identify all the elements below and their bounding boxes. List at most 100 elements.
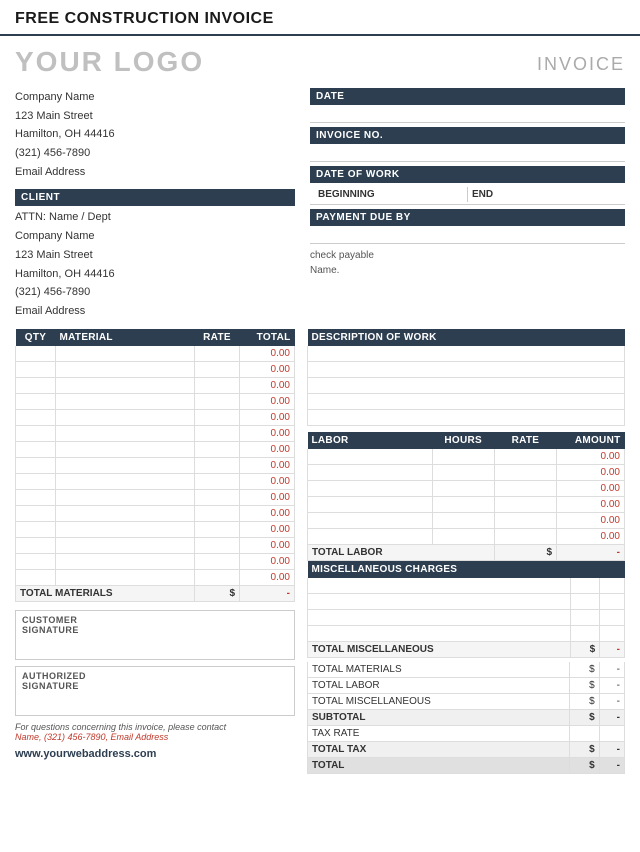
table-row: [308, 393, 625, 409]
payment-due-value: [310, 228, 625, 244]
table-row: 0.00: [16, 505, 295, 521]
labor-col-labor: LABOR: [308, 432, 433, 449]
misc-total-value: -: [600, 641, 625, 657]
mat-col-material: MATERIAL: [56, 329, 195, 346]
date-of-work-block: DATE OF WORK BEGINNING END: [310, 166, 625, 205]
invoice-no-value: [310, 146, 625, 162]
authorized-label: AUTHORIZED: [22, 671, 288, 681]
sender-email: Email Address: [15, 163, 295, 182]
table-row: [308, 346, 625, 362]
summary-row: TOTAL LABOR $ -: [308, 677, 625, 693]
payment-note2: Name.: [310, 263, 625, 278]
summary-row: SUBTOTAL $ -: [308, 709, 625, 725]
table-row: 0.00: [16, 425, 295, 441]
table-row: [308, 593, 625, 609]
footer-contact: Name, (321) 456-7890, Email Address: [15, 732, 295, 742]
materials-total-dollar: $: [195, 585, 240, 601]
mat-col-rate: RATE: [195, 329, 240, 346]
table-row: 0.00: [16, 441, 295, 457]
table-row: 0.00: [16, 377, 295, 393]
page-header: FREE CONSTRUCTION INVOICE: [0, 0, 640, 36]
table-row: 0.00: [308, 528, 625, 544]
labor-total-label: TOTAL LABOR: [308, 544, 495, 560]
sender-phone: (321) 456-7890: [15, 144, 295, 163]
misc-table: MISCELLANEOUS CHARGES TOTAL MISCELLANEOU…: [307, 561, 625, 658]
footer-note: For questions concerning this invoice, p…: [15, 722, 295, 742]
client-address1: 123 Main Street: [15, 246, 295, 265]
client-attn: ATTN: Name / Dept: [15, 208, 295, 227]
sender-company: Company Name: [15, 88, 295, 107]
summary-row: TOTAL TAX $ -: [308, 741, 625, 757]
footer-url: www.yourwebaddress.com: [15, 748, 295, 760]
customer-sub: SIGNATURE: [22, 625, 288, 635]
table-row: 0.00: [308, 464, 625, 480]
date-label: DATE: [310, 88, 625, 105]
table-row: [308, 361, 625, 377]
labor-total-dollar: $: [494, 544, 556, 560]
sender-city-state: Hamilton, OH 44416: [15, 125, 295, 144]
table-row: 0.00: [308, 512, 625, 528]
authorized-sig-label: AUTHORIZED SIGNATURE: [22, 671, 288, 691]
materials-table: QTY MATERIAL RATE TOTAL 0.00 0.00 0.00 0…: [15, 329, 295, 602]
invoice-label: INVOICE: [537, 54, 625, 75]
summary-row: TOTAL MISCELLANEOUS $ -: [308, 693, 625, 709]
page-title: FREE CONSTRUCTION INVOICE: [15, 10, 625, 28]
client-email: Email Address: [15, 302, 295, 321]
authorized-sig-box: AUTHORIZED SIGNATURE: [15, 666, 295, 716]
table-row: 0.00: [16, 409, 295, 425]
labor-total-row: TOTAL LABOR $ -: [308, 544, 625, 560]
labor-col-amount: AMOUNT: [557, 432, 625, 449]
customer-sig-box: CUSTOMER SIGNATURE: [15, 610, 295, 660]
summary-row: TAX RATE: [308, 725, 625, 741]
beginning-label: BEGINNING: [314, 187, 467, 202]
materials-total-value: -: [240, 585, 295, 601]
client-phone: (321) 456-7890: [15, 283, 295, 302]
table-row: 0.00: [308, 496, 625, 512]
table-row: [308, 409, 625, 425]
labor-total-value: -: [557, 544, 625, 560]
date-of-work-value: BEGINNING END: [310, 185, 625, 205]
misc-total-row: TOTAL MISCELLANEOUS $ -: [308, 641, 625, 657]
footer-note-text: For questions concerning this invoice, p…: [15, 722, 295, 732]
desc-header: DESCRIPTION OF WORK: [308, 329, 625, 346]
summary-row: TOTAL MATERIALS $ -: [308, 662, 625, 678]
end-label: END: [468, 187, 621, 202]
date-value: [310, 107, 625, 123]
customer-label: CUSTOMER: [22, 615, 288, 625]
table-row: 0.00: [16, 489, 295, 505]
table-row: [308, 578, 625, 594]
mat-col-total: TOTAL: [240, 329, 295, 346]
labor-col-hours: HOURS: [432, 432, 494, 449]
payment-due-label: PAYMENT DUE BY: [310, 209, 625, 226]
date-block: DATE: [310, 88, 625, 123]
mat-col-qty: QTY: [16, 329, 56, 346]
authorized-sub: SIGNATURE: [22, 681, 288, 691]
summary-table: TOTAL MATERIALS $ - TOTAL LABOR $ - TOTA…: [307, 662, 625, 774]
summary-row: TOTAL $ -: [308, 757, 625, 773]
table-row: 0.00: [16, 553, 295, 569]
payment-due-block: PAYMENT DUE BY: [310, 209, 625, 244]
table-row: 0.00: [16, 569, 295, 585]
date-of-work-label: DATE OF WORK: [310, 166, 625, 183]
invoice-no-label: INVOICE NO.: [310, 127, 625, 144]
table-row: 0.00: [16, 521, 295, 537]
materials-total-label: TOTAL MATERIALS: [16, 585, 195, 601]
client-city-state: Hamilton, OH 44416: [15, 265, 295, 284]
misc-total-label: TOTAL MISCELLANEOUS: [308, 641, 571, 657]
table-row: 0.00: [16, 361, 295, 377]
table-row: 0.00: [16, 537, 295, 553]
misc-total-dollar: $: [570, 641, 599, 657]
misc-header: MISCELLANEOUS CHARGES: [308, 561, 625, 578]
table-row: 0.00: [308, 480, 625, 496]
client-company: Company Name: [15, 227, 295, 246]
description-table: DESCRIPTION OF WORK: [307, 329, 625, 426]
payment-note1: check payable: [310, 248, 625, 263]
customer-sig-label: CUSTOMER SIGNATURE: [22, 615, 288, 635]
labor-table: LABOR HOURS RATE AMOUNT 0.00 0.00 0.00 0…: [307, 432, 625, 561]
materials-total-row: TOTAL MATERIALS $ -: [16, 585, 295, 601]
payment-note: check payable Name.: [310, 248, 625, 278]
invoice-no-block: INVOICE NO.: [310, 127, 625, 162]
table-row: 0.00: [16, 473, 295, 489]
table-row: 0.00: [16, 346, 295, 362]
table-row: 0.00: [308, 449, 625, 465]
